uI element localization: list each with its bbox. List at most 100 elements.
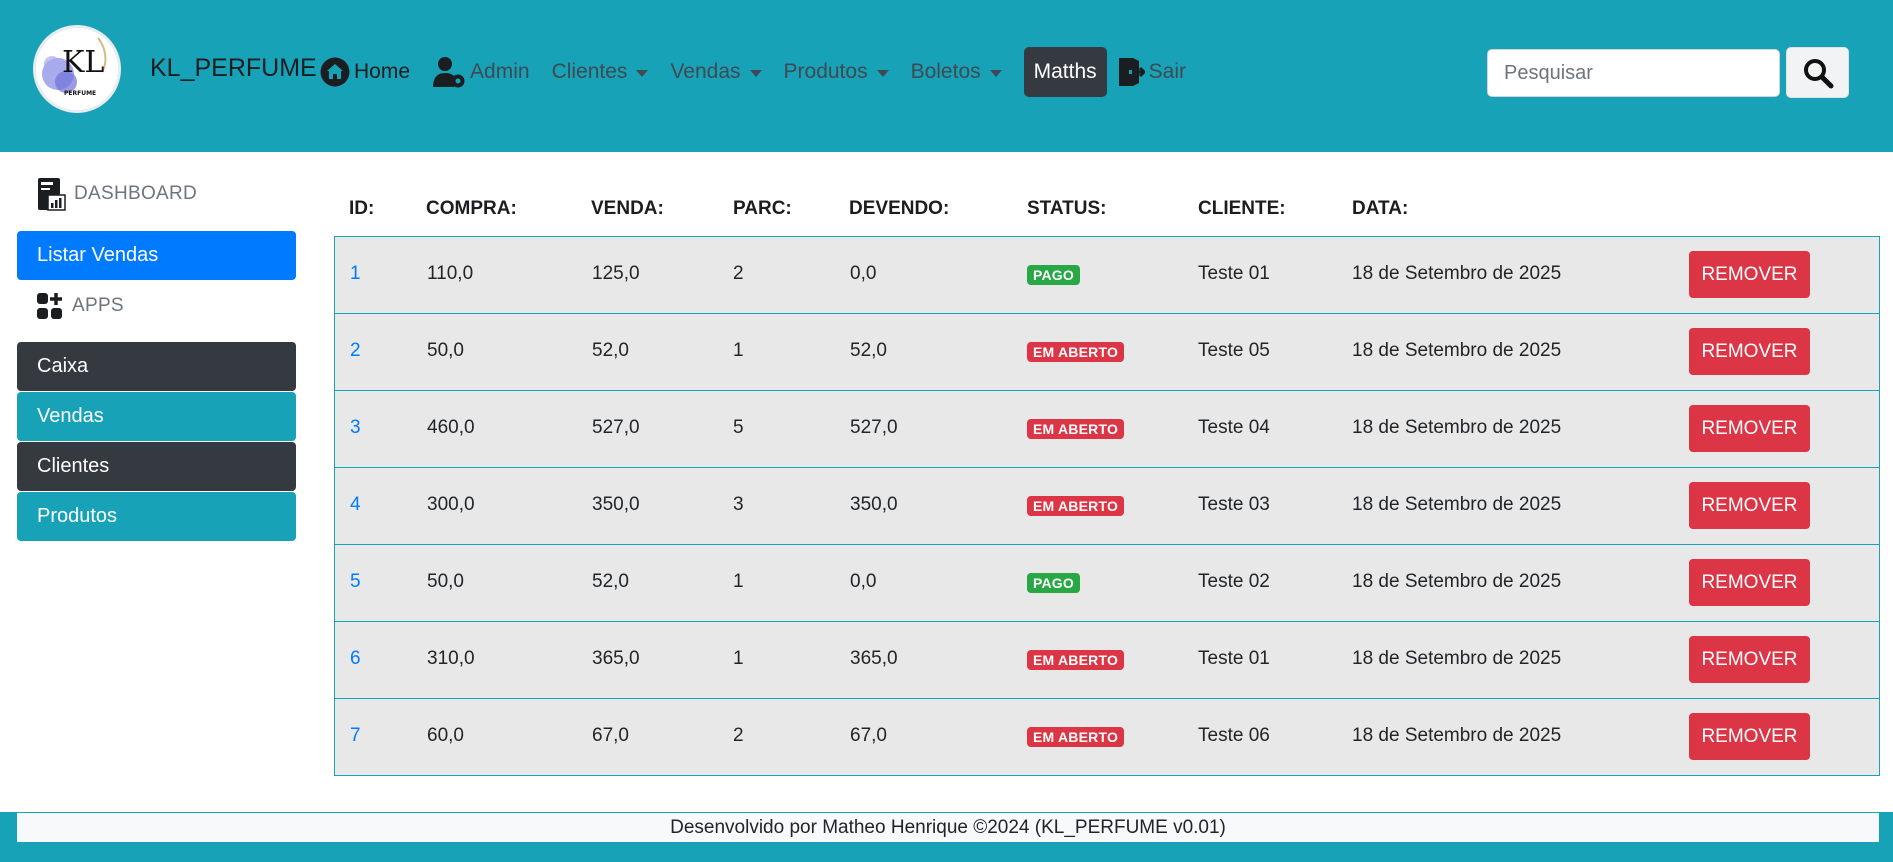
nav-produtos-dropdown[interactable]: Produtos	[784, 60, 889, 84]
row-parc: 1	[733, 571, 744, 592]
row-venda: 125,0	[592, 263, 640, 284]
list-vendas-button[interactable]: Listar Vendas	[17, 231, 296, 280]
user-gear-icon	[433, 57, 465, 88]
navbar: KL PERFUME KL_PERFUME Home Admin Cliente…	[0, 0, 1893, 152]
sidebar-item-caixa[interactable]: Caixa	[17, 342, 296, 391]
row-data: 18 de Setembro de 2025	[1352, 417, 1562, 438]
logo-text: KL	[62, 45, 104, 80]
row-id-link[interactable]: 6	[350, 648, 361, 670]
row-devendo: 350,0	[850, 494, 898, 515]
sidebar-item-produtos[interactable]: Produtos	[17, 492, 296, 541]
row-venda: 67,0	[592, 725, 629, 746]
row-venda: 52,0	[592, 571, 629, 592]
remove-button[interactable]: REMOVER	[1689, 482, 1810, 529]
row-id-link[interactable]: 3	[350, 417, 361, 439]
footer-text: Desenvolvido por Matheo Henrique ©2024 (…	[670, 816, 1226, 838]
status-badge: EM ABERTO	[1027, 650, 1125, 670]
row-cliente: Teste 01	[1198, 263, 1270, 284]
sidebar-item-vendas[interactable]: Vendas	[17, 392, 296, 441]
row-venda: 365,0	[592, 648, 640, 669]
row-id-link[interactable]: 2	[350, 340, 361, 362]
row-parc: 5	[733, 417, 744, 438]
nav-vendas-dropdown[interactable]: Vendas	[670, 60, 762, 84]
header-id: ID:	[349, 198, 375, 219]
nav-boletos-dropdown[interactable]: Boletos	[911, 60, 1002, 84]
row-cliente: Teste 04	[1198, 417, 1270, 438]
row-id-link[interactable]: 1	[350, 263, 361, 285]
status-badge: PAGO	[1027, 265, 1080, 285]
nav-boletos-label: Boletos	[910, 60, 981, 83]
row-devendo: 365,0	[850, 648, 898, 669]
row-compra: 50,0	[427, 571, 464, 592]
row-data: 18 de Setembro de 2025	[1352, 494, 1562, 515]
row-cliente: Teste 02	[1198, 571, 1270, 592]
row-data: 18 de Setembro de 2025	[1352, 571, 1562, 592]
status-badge: EM ABERTO	[1027, 342, 1125, 362]
footer: Desenvolvido por Matheo Henrique ©2024 (…	[17, 813, 1879, 842]
header-data: DATA:	[1352, 198, 1409, 219]
remove-button[interactable]: REMOVER	[1689, 251, 1810, 298]
remove-button[interactable]: REMOVER	[1689, 713, 1810, 760]
table-header: ID: COMPRA: VENDA: PARC: DEVENDO: STATUS…	[335, 190, 1879, 226]
row-cliente: Teste 01	[1198, 648, 1270, 669]
header-devendo: DEVENDO:	[849, 198, 950, 219]
row-venda: 350,0	[592, 494, 640, 515]
table-row: 3 460,0 527,0 5 527,0 EM ABERTO Teste 04…	[334, 390, 1880, 468]
logo-subtext: PERFUME	[64, 90, 96, 97]
row-devendo: 527,0	[850, 417, 898, 438]
sidebar-apps-heading: APPS	[36, 286, 124, 326]
table-row: 5 50,0 52,0 1 0,0 PAGO Teste 02 18 de Se…	[334, 544, 1880, 622]
row-devendo: 67,0	[850, 725, 887, 746]
home-icon	[320, 57, 350, 87]
row-data: 18 de Setembro de 2025	[1352, 263, 1562, 284]
sidebar-dashboard-heading: DASHBOARD	[36, 174, 197, 214]
nav-home[interactable]: Home	[320, 57, 410, 87]
nav-clientes-dropdown[interactable]: Clientes	[552, 60, 649, 84]
chevron-down-icon	[749, 69, 762, 77]
sidebar-dashboard-label: DASHBOARD	[74, 183, 198, 204]
door-exit-icon	[1118, 58, 1145, 86]
header-compra: COMPRA:	[426, 198, 517, 219]
main-nav: Home Admin Clientes Vendas Produtos Bole…	[320, 47, 1208, 97]
remove-button[interactable]: REMOVER	[1689, 559, 1810, 606]
brand-name[interactable]: KL_PERFUME	[150, 54, 317, 83]
row-cliente: Teste 03	[1198, 494, 1270, 515]
remove-button[interactable]: REMOVER	[1689, 405, 1810, 452]
chevron-down-icon	[989, 69, 1002, 77]
remove-button[interactable]: REMOVER	[1689, 328, 1810, 375]
row-devendo: 0,0	[850, 571, 877, 592]
row-compra: 310,0	[427, 648, 475, 669]
row-id-link[interactable]: 5	[350, 571, 361, 593]
nav-admin-label: Admin	[470, 60, 530, 83]
header-cliente: CLIENTE:	[1198, 198, 1286, 219]
row-id-link[interactable]: 7	[350, 725, 361, 747]
header-venda: VENDA:	[591, 198, 664, 219]
row-parc: 1	[733, 340, 744, 361]
table-row: 7 60,0 67,0 2 67,0 EM ABERTO Teste 06 18…	[334, 698, 1880, 776]
row-compra: 300,0	[427, 494, 475, 515]
search-input[interactable]	[1487, 49, 1780, 97]
row-parc: 3	[733, 494, 744, 515]
row-venda: 527,0	[592, 417, 640, 438]
search-button[interactable]	[1786, 47, 1849, 98]
remove-button[interactable]: REMOVER	[1689, 636, 1810, 683]
row-cliente: Teste 05	[1198, 340, 1270, 361]
row-venda: 52,0	[592, 340, 629, 361]
chevron-down-icon	[876, 69, 889, 77]
row-compra: 50,0	[427, 340, 464, 361]
nav-admin[interactable]: Admin	[432, 55, 530, 89]
row-data: 18 de Setembro de 2025	[1352, 340, 1562, 361]
nav-sair[interactable]: Sair	[1117, 56, 1186, 88]
table-row: 4 300,0 350,0 3 350,0 EM ABERTO Teste 03…	[334, 467, 1880, 545]
row-parc: 2	[733, 725, 744, 746]
apps-icon	[37, 293, 62, 319]
status-badge: EM ABERTO	[1027, 419, 1125, 439]
logo-image: KL PERFUME	[42, 37, 107, 97]
row-compra: 60,0	[427, 725, 464, 746]
sidebar-item-clientes[interactable]: Clientes	[17, 442, 296, 491]
brand-logo[interactable]: KL PERFUME	[33, 25, 121, 113]
nav-matths-button[interactable]: Matths	[1023, 47, 1107, 97]
row-id-link[interactable]: 4	[350, 494, 361, 516]
status-badge: EM ABERTO	[1027, 727, 1125, 747]
chevron-down-icon	[636, 69, 649, 77]
